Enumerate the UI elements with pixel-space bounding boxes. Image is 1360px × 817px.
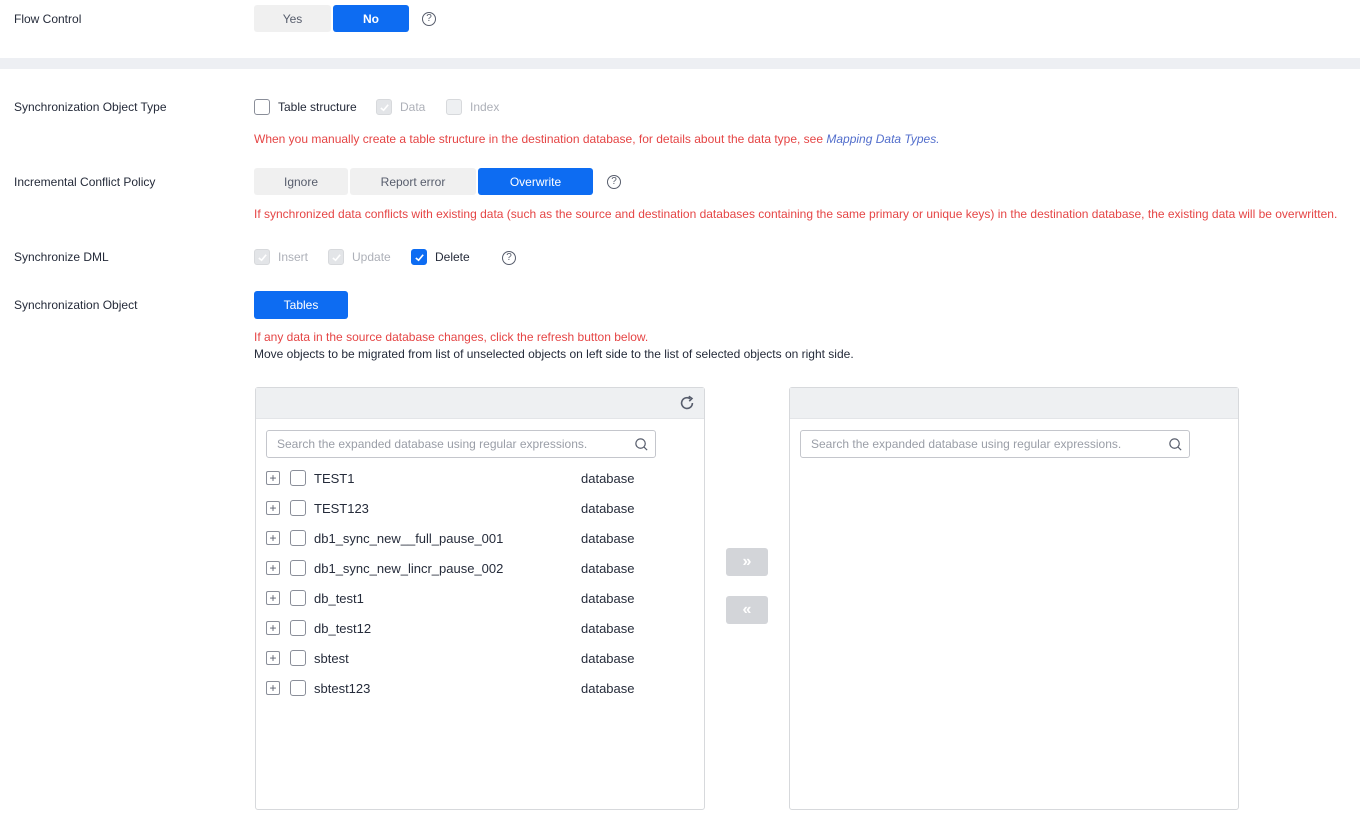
right-search-input[interactable]: [811, 437, 1151, 451]
warning-text: When you manually create a table structu…: [254, 132, 827, 146]
mapping-data-types-link[interactable]: Mapping Data Types.: [826, 132, 939, 146]
expand-icon[interactable]: +: [266, 651, 280, 665]
item-name: sbtest: [314, 650, 349, 666]
right-search-box: [800, 430, 1190, 458]
item-name: TEST1: [314, 470, 355, 486]
checkbox-box: [254, 249, 270, 265]
refresh-icon[interactable]: [678, 394, 696, 412]
item-name: db_test12: [314, 620, 372, 636]
item-checkbox[interactable]: [290, 530, 306, 546]
sync-dml-help-icon[interactable]: ?: [502, 251, 516, 265]
checkbox-box[interactable]: [411, 249, 427, 265]
item-checkbox[interactable]: [290, 680, 306, 696]
expand-icon[interactable]: +: [266, 471, 280, 485]
item-checkbox[interactable]: [290, 470, 306, 486]
unselected-objects-panel: + TEST1 database + TEST123 database + db1_sync_…: [255, 387, 705, 810]
list-item[interactable]: + db_test12 database: [266, 613, 696, 643]
item-checkbox[interactable]: [290, 620, 306, 636]
report-error-button[interactable]: Report error: [350, 168, 476, 195]
object-list: + TEST1 database + TEST123 database + db1_sync_…: [266, 463, 696, 703]
item-name: sbtest123: [314, 680, 371, 696]
checkbox-label: Delete: [435, 250, 470, 264]
delete-checkbox[interactable]: Delete: [411, 249, 470, 265]
panel-header: [790, 388, 1238, 419]
flow-control-yes-button[interactable]: Yes: [254, 5, 331, 32]
refresh-warning: If any data in the source database chang…: [254, 330, 649, 344]
item-checkbox[interactable]: [290, 500, 306, 516]
flow-control-toggle: Yes No: [254, 5, 411, 32]
sync-object-type-label: Synchronization Object Type: [14, 100, 167, 114]
item-type: database: [581, 530, 635, 546]
flow-control-no-button[interactable]: No: [333, 5, 409, 32]
move-objects-note: Move objects to be migrated from list of…: [254, 347, 854, 361]
flow-control-label: Flow Control: [14, 12, 82, 26]
check-icon: [331, 253, 341, 261]
item-name: db1_sync_new__full_pause_001: [314, 530, 504, 546]
item-type: database: [581, 590, 635, 606]
sync-dml-label: Synchronize DML: [14, 250, 109, 264]
item-name: db1_sync_new_lincr_pause_002: [314, 560, 504, 576]
overwrite-button[interactable]: Overwrite: [478, 168, 593, 195]
list-item[interactable]: + db_test1 database: [266, 583, 696, 613]
search-icon[interactable]: [634, 437, 649, 452]
expand-icon[interactable]: +: [266, 561, 280, 575]
overwrite-warning: If synchronized data conflicts with exis…: [254, 207, 1338, 221]
list-item[interactable]: + sbtest123 database: [266, 673, 696, 703]
checkbox-label: Table structure: [278, 100, 357, 114]
item-type: database: [581, 560, 635, 576]
expand-icon[interactable]: +: [266, 591, 280, 605]
item-checkbox[interactable]: [290, 650, 306, 666]
selected-objects-panel: [789, 387, 1239, 810]
checkbox-box[interactable]: [254, 99, 270, 115]
item-checkbox[interactable]: [290, 590, 306, 606]
search-icon[interactable]: [1168, 437, 1183, 452]
checkbox-label: Index: [470, 100, 500, 114]
item-name: db_test1: [314, 590, 364, 606]
list-item[interactable]: + db1_sync_new_lincr_pause_002 database: [266, 553, 696, 583]
checkbox-box: [376, 99, 392, 115]
left-search-box: [266, 430, 656, 458]
checkbox-label: Insert: [278, 250, 309, 264]
item-type: database: [581, 650, 635, 666]
check-icon: [379, 103, 389, 111]
expand-icon[interactable]: +: [266, 621, 280, 635]
item-checkbox[interactable]: [290, 560, 306, 576]
table-structure-warning: When you manually create a table structu…: [254, 132, 940, 146]
list-item[interactable]: + TEST123 database: [266, 493, 696, 523]
flow-control-help-icon[interactable]: ?: [422, 12, 436, 26]
check-icon: [257, 253, 267, 261]
expand-icon[interactable]: +: [266, 531, 280, 545]
conflict-policy-toggle: Ignore Report error Overwrite: [254, 168, 595, 195]
ignore-button[interactable]: Ignore: [254, 168, 348, 195]
tables-button[interactable]: Tables: [254, 291, 348, 319]
checkbox-box: [328, 249, 344, 265]
sync-object-label: Synchronization Object: [14, 298, 138, 312]
conflict-policy-label: Incremental Conflict Policy: [14, 175, 156, 189]
table-structure-checkbox[interactable]: Table structure: [254, 99, 357, 115]
expand-icon[interactable]: +: [266, 501, 280, 515]
item-type: database: [581, 470, 635, 486]
checkbox-label: Update: [352, 250, 391, 264]
checkbox-box: [446, 99, 462, 115]
insert-checkbox: Insert: [254, 249, 308, 265]
item-name: TEST123: [314, 500, 369, 516]
move-right-button[interactable]: »: [726, 548, 768, 576]
list-item[interactable]: + TEST1 database: [266, 463, 696, 493]
move-left-button[interactable]: «: [726, 596, 768, 624]
list-item[interactable]: + sbtest database: [266, 643, 696, 673]
expand-icon[interactable]: +: [266, 681, 280, 695]
item-type: database: [581, 680, 635, 696]
item-type: database: [581, 620, 635, 636]
list-item[interactable]: + db1_sync_new__full_pause_001 database: [266, 523, 696, 553]
check-icon: [414, 253, 424, 261]
item-type: database: [581, 500, 635, 516]
left-search-input[interactable]: [277, 437, 617, 451]
panel-header: [256, 388, 704, 419]
conflict-policy-help-icon[interactable]: ?: [607, 175, 621, 189]
checkbox-label: Data: [400, 100, 426, 114]
section-divider: [0, 58, 1360, 69]
update-checkbox: Update: [328, 249, 391, 265]
index-checkbox: Index: [446, 99, 499, 115]
data-checkbox: Data: [376, 99, 425, 115]
